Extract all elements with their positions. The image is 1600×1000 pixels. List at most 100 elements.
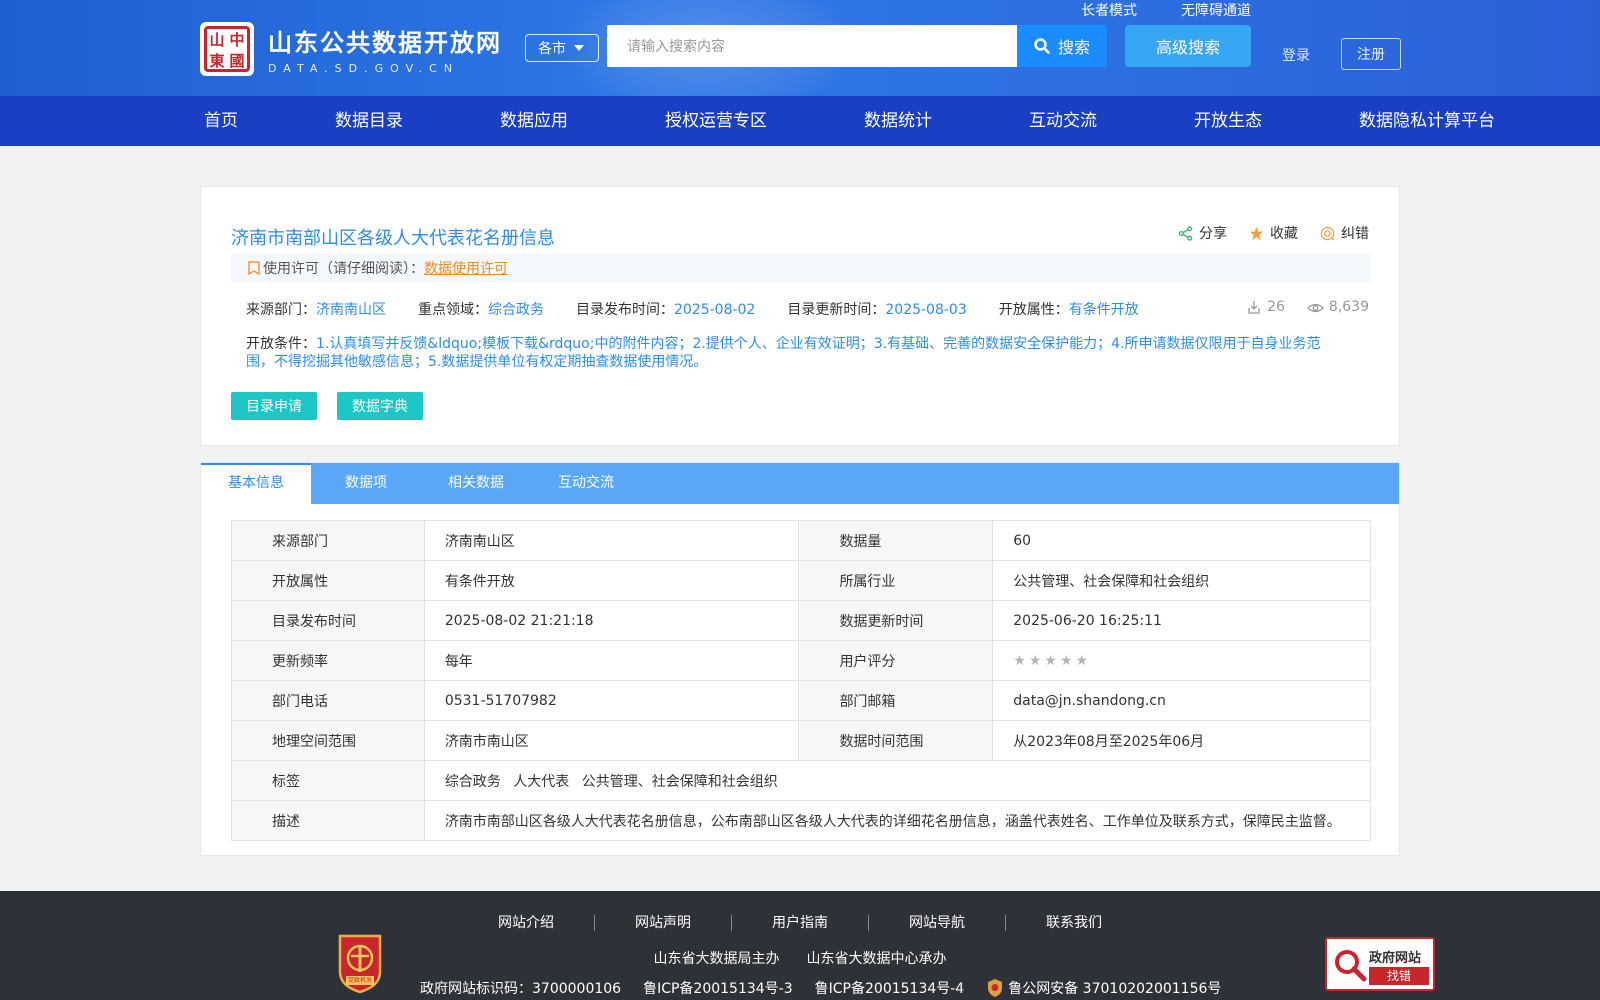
meta-update: 目录更新时间：2025-08-03 bbox=[787, 302, 967, 318]
table-row: 开放属性 有条件开放 所属行业 公共管理、社会保障和社会组织 bbox=[231, 560, 1371, 601]
tag[interactable]: 人大代表 bbox=[513, 774, 569, 790]
info-label: 来源部门 bbox=[231, 520, 425, 561]
search-input[interactable] bbox=[607, 25, 1017, 67]
star-icon[interactable]: ★ bbox=[1013, 653, 1026, 669]
footer-link-contact[interactable]: 联系我们 bbox=[1006, 915, 1142, 931]
table-row: 更新频率 每年 用户评分 ★ ★ ★ ★ ★ bbox=[231, 640, 1371, 681]
nav-item-authorized-ops[interactable]: 授权运营专区 bbox=[665, 96, 767, 146]
nav-item-privacy-computing[interactable]: 数据隐私计算平台 bbox=[1359, 96, 1495, 146]
footer-link-guide[interactable]: 用户指南 bbox=[732, 915, 869, 931]
meta-field: 重点领域：综合政务 bbox=[418, 302, 544, 318]
site-logo[interactable]: 山 中 東 國 山东公共数据开放网 DATA.SD.GOV.CN bbox=[200, 22, 502, 76]
city-select[interactable]: 各市 bbox=[525, 34, 599, 62]
info-label: 描述 bbox=[231, 800, 425, 841]
table-row: 标签 综合政务 人大代表 公共管理、社会保障和社会组织 bbox=[231, 760, 1372, 801]
login-link[interactable]: 登录 bbox=[1282, 45, 1310, 65]
info-value: 从2023年08月至2025年06月 bbox=[992, 720, 1371, 761]
meta-update-value: 2025-08-03 bbox=[885, 302, 967, 318]
meta-field-value: 综合政务 bbox=[488, 302, 544, 318]
share-button[interactable]: 分享 bbox=[1178, 223, 1227, 243]
tag-list: 综合政务 人大代表 公共管理、社会保障和社会组织 bbox=[423, 760, 1372, 801]
tab-basic-info[interactable]: 基本信息 bbox=[201, 463, 311, 504]
main-nav: 首页 数据目录 数据应用 授权运营专区 数据统计 互动交流 开放生态 数据隐私计… bbox=[0, 96, 1600, 146]
dataset-stats: 26 8,639 bbox=[1246, 299, 1369, 315]
magnifier-icon bbox=[1335, 950, 1367, 982]
gov-site-id: 政府网站标识码：3700000106 bbox=[420, 981, 622, 997]
license-link[interactable]: 数据使用许可 bbox=[424, 258, 508, 278]
party-government-badge-icon[interactable]: 党政机关 bbox=[334, 932, 386, 994]
open-conditions: 开放条件：1.认真填写并反馈&ldquo;模板下载&rdquo;中的附件内容；2… bbox=[246, 336, 1321, 370]
user-rating: ★ ★ ★ ★ ★ bbox=[992, 640, 1371, 681]
nav-item-home[interactable]: 首页 bbox=[204, 96, 238, 146]
nav-item-statistics[interactable]: 数据统计 bbox=[864, 96, 932, 146]
tag[interactable]: 综合政务 bbox=[445, 774, 501, 790]
nav-item-apps[interactable]: 数据应用 bbox=[500, 96, 568, 146]
info-label: 目录发布时间 bbox=[231, 600, 425, 641]
nav-item-catalog[interactable]: 数据目录 bbox=[335, 96, 403, 146]
meta-publish-value: 2025-08-02 bbox=[674, 302, 756, 318]
star-icon[interactable]: ★ bbox=[1029, 653, 1042, 669]
tab-interaction[interactable]: 互动交流 bbox=[531, 463, 641, 504]
footer-link-statement[interactable]: 网站声明 bbox=[595, 915, 732, 931]
info-label: 更新频率 bbox=[231, 640, 425, 681]
meta-source: 来源部门：济南南山区 bbox=[246, 302, 386, 318]
footer-link-sitemap[interactable]: 网站导航 bbox=[869, 915, 1006, 931]
dataset-meta: 来源部门：济南南山区 重点领域：综合政务 目录发布时间：2025-08-02 目… bbox=[246, 299, 1171, 319]
info-value: 每年 bbox=[423, 640, 800, 681]
advanced-search-button[interactable]: 高级搜索 bbox=[1125, 25, 1251, 67]
meta-source-value[interactable]: 济南南山区 bbox=[316, 302, 386, 318]
icp-record-2[interactable]: 鲁ICP备20015134号-4 bbox=[815, 978, 965, 998]
police-record[interactable]: 鲁公网安备 37010202001156号 bbox=[986, 978, 1221, 998]
info-value: 有条件开放 bbox=[423, 560, 800, 601]
nav-item-interaction[interactable]: 互动交流 bbox=[1029, 96, 1097, 146]
basic-info-table: 来源部门 济南南山区 数据量 60 开放属性 有条件开放 所属行业 公共管理、社… bbox=[231, 520, 1372, 841]
favorite-button[interactable]: 收藏 bbox=[1249, 223, 1298, 243]
site-header: 山 中 東 國 山东公共数据开放网 DATA.SD.GOV.CN 长者模式 无障… bbox=[0, 0, 1600, 96]
report-error-button[interactable]: 纠错 bbox=[1320, 223, 1369, 243]
accessibility-link[interactable]: 无障碍通道 bbox=[1181, 0, 1251, 20]
bookmark-icon bbox=[248, 261, 260, 275]
nav-item-ecosystem[interactable]: 开放生态 bbox=[1194, 96, 1262, 146]
footer-link-about[interactable]: 网站介绍 bbox=[458, 915, 595, 931]
data-dictionary-button[interactable]: 数据字典 bbox=[337, 392, 423, 420]
info-label: 用户评分 bbox=[798, 640, 994, 681]
site-footer: 网站介绍 网站声明 用户指南 网站导航 联系我们 山东省大数据局主办 山东省大数… bbox=[0, 891, 1600, 1000]
icp-record-1[interactable]: 鲁ICP备20015134号-3 bbox=[643, 978, 793, 998]
elder-mode-link[interactable]: 长者模式 bbox=[1081, 0, 1137, 20]
info-label: 部门电话 bbox=[231, 680, 425, 721]
register-button[interactable]: 注册 bbox=[1341, 38, 1401, 70]
star-icon[interactable]: ★ bbox=[1044, 653, 1057, 669]
star-icon bbox=[1249, 226, 1264, 240]
tag[interactable]: 公共管理、社会保障和社会组织 bbox=[582, 774, 778, 790]
star-icon[interactable]: ★ bbox=[1060, 653, 1073, 669]
info-label: 数据时间范围 bbox=[798, 720, 994, 761]
search-icon bbox=[1034, 38, 1050, 54]
info-label: 开放属性 bbox=[231, 560, 425, 601]
info-value: 2025-06-20 16:25:11 bbox=[992, 600, 1371, 641]
info-label: 地理空间范围 bbox=[231, 720, 425, 761]
tab-related-data[interactable]: 相关数据 bbox=[421, 463, 531, 504]
footer-organizer: 山东省大数据中心承办 bbox=[806, 951, 947, 967]
table-row: 来源部门 济南南山区 数据量 60 bbox=[231, 520, 1371, 561]
caret-down-icon bbox=[574, 45, 584, 51]
view-count: 8,639 bbox=[1306, 299, 1369, 315]
eye-icon bbox=[1306, 303, 1324, 313]
info-label: 数据更新时间 bbox=[798, 600, 994, 641]
catalog-apply-button[interactable]: 目录申请 bbox=[231, 392, 317, 420]
tab-data-items[interactable]: 数据项 bbox=[311, 463, 421, 504]
table-row: 部门电话 0531-51707982 部门邮箱 data@jn.shandong… bbox=[231, 680, 1371, 721]
search-button-label: 搜索 bbox=[1057, 38, 1090, 57]
star-icon[interactable]: ★ bbox=[1076, 653, 1089, 669]
info-value: 60 bbox=[992, 520, 1371, 561]
info-value: 济南南山区 bbox=[423, 520, 800, 561]
table-row: 描述 济南市南部山区各级人大代表花名册信息，公布南部山区各级人大代表的详细花名册… bbox=[231, 800, 1372, 841]
search-button[interactable]: 搜索 bbox=[1017, 25, 1107, 67]
info-value: data@jn.shandong.cn bbox=[992, 680, 1371, 721]
table-row: 目录发布时间 2025-08-02 21:21:18 数据更新时间 2025-0… bbox=[231, 600, 1371, 641]
footer-registration: 政府网站标识码：3700000106 鲁ICP备20015134号-3 鲁ICP… bbox=[420, 978, 1221, 998]
info-value: 0531-51707982 bbox=[423, 680, 800, 721]
license-prefix: 使用许可（请仔细阅读）： bbox=[263, 261, 424, 277]
footer-host: 山东省大数据局主办 bbox=[653, 951, 780, 967]
logo-seal-icon: 山 中 東 國 bbox=[200, 22, 254, 76]
gov-site-error-finder[interactable]: 政府网站 找错 bbox=[1325, 937, 1435, 991]
